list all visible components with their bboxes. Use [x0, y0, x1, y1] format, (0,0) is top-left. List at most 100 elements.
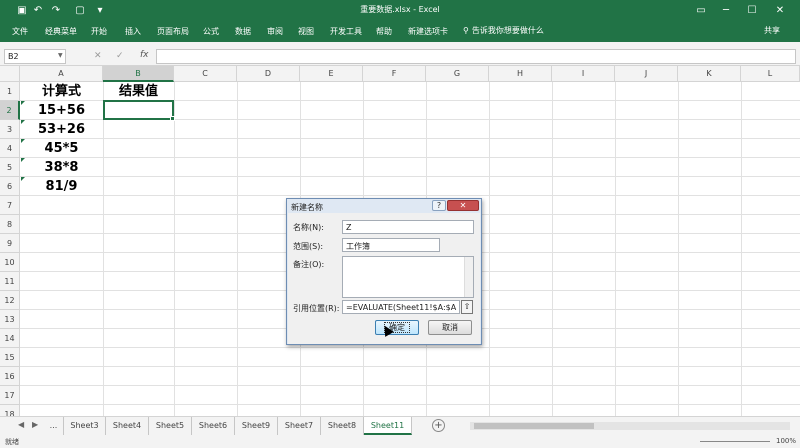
column-header-j[interactable]: J — [615, 66, 678, 82]
name-box-value: B2 — [8, 52, 19, 61]
column-header-b[interactable]: B — [103, 66, 174, 82]
new-file-icon[interactable]: ▢ — [72, 3, 88, 17]
column-header-d[interactable]: D — [237, 66, 300, 82]
tab-view[interactable]: 视图 — [298, 26, 314, 37]
row-header-13[interactable]: 13 — [0, 310, 20, 329]
row-header-6[interactable]: 6 — [0, 177, 20, 196]
formula-bar: B2 ▼ ✕ ✓ fx — [0, 48, 800, 66]
column-header-f[interactable]: F — [363, 66, 426, 82]
sheet-tab-sheet5[interactable]: Sheet5 — [149, 417, 192, 435]
tab-developer[interactable]: 开发工具 — [330, 26, 362, 37]
tab-insert[interactable]: 插入 — [125, 26, 141, 37]
close-icon[interactable]: ✕ — [769, 2, 791, 18]
sheet-tab-more[interactable]: ... — [44, 417, 64, 435]
sheet-tab-sheet7[interactable]: Sheet7 — [278, 417, 321, 435]
cell-a1[interactable]: 计算式 — [20, 82, 103, 101]
cancel-icon[interactable]: ✕ — [94, 51, 102, 61]
redo-icon[interactable]: ↷ — [48, 3, 64, 17]
cell-a5[interactable]: 38*8 — [20, 158, 103, 177]
scroll-left-icon[interactable]: ◀ — [18, 420, 24, 429]
row-header-4[interactable]: 4 — [0, 139, 20, 158]
cancel-button[interactable]: 取消 — [428, 320, 472, 335]
column-header-e[interactable]: E — [300, 66, 363, 82]
dialog-close-button[interactable]: ✕ — [447, 200, 479, 211]
refers-to-input[interactable]: =EVALUATE(Sheet11!$A:$A ) — [342, 300, 460, 314]
enter-icon[interactable]: ✓ — [116, 51, 124, 61]
column-header-g[interactable]: G — [426, 66, 489, 82]
cell-a3[interactable]: 53+26 — [20, 120, 103, 139]
row-header-9[interactable]: 9 — [0, 234, 20, 253]
save-icon[interactable]: ▣ — [14, 3, 30, 17]
fill-handle[interactable] — [170, 116, 175, 121]
row-header-7[interactable]: 7 — [0, 196, 20, 215]
sheet-tab-sheet4[interactable]: Sheet4 — [106, 417, 149, 435]
tab-file[interactable]: 文件 — [12, 26, 28, 37]
formula-input[interactable] — [156, 49, 796, 64]
row-header-16[interactable]: 16 — [0, 367, 20, 386]
zoom-slider[interactable] — [700, 441, 770, 442]
cell-a4[interactable]: 45*5 — [20, 139, 103, 158]
row-header-14[interactable]: 14 — [0, 329, 20, 348]
row-header-15[interactable]: 15 — [0, 348, 20, 367]
row-header-11[interactable]: 11 — [0, 272, 20, 291]
active-cell-b2[interactable] — [103, 100, 174, 120]
row-header-10[interactable]: 10 — [0, 253, 20, 272]
name-box[interactable]: B2 — [4, 49, 66, 64]
sheet-tab-sheet6[interactable]: Sheet6 — [192, 417, 235, 435]
cell-a2[interactable]: 15+56 — [20, 101, 103, 120]
column-header-i[interactable]: I — [552, 66, 615, 82]
minimize-icon[interactable]: ─ — [715, 2, 737, 18]
tab-help[interactable]: 帮助 — [376, 26, 392, 37]
tab-data[interactable]: 数据 — [235, 26, 251, 37]
undo-icon[interactable]: ↶ — [30, 3, 46, 17]
row-header-18[interactable]: 18 — [0, 405, 20, 416]
cell-a6[interactable]: 81/9 — [20, 177, 103, 196]
tab-review[interactable]: 审阅 — [267, 26, 283, 37]
scope-select[interactable]: 工作簿 ▼ — [342, 238, 440, 252]
sheet-tab-sheet9[interactable]: Sheet9 — [235, 417, 278, 435]
column-header-k[interactable]: K — [678, 66, 741, 82]
comment-scrollbar[interactable] — [464, 257, 473, 297]
insert-function-icon[interactable]: fx — [140, 50, 149, 60]
column-header-c[interactable]: C — [174, 66, 237, 82]
scroll-right-icon[interactable]: ▶ — [32, 420, 38, 429]
comment-textarea[interactable] — [342, 256, 474, 298]
tab-new-tab[interactable]: 新建选项卡 — [408, 26, 448, 37]
collapse-dialog-icon[interactable]: ⇧ — [461, 300, 473, 314]
sheet-tab-sheet3[interactable]: Sheet3 — [64, 417, 106, 435]
help-button[interactable]: ? — [432, 200, 446, 211]
new-name-dialog: 新建名称 ? ✕ 名称(N): Z 范围(S): 工作簿 ▼ 备注(O): 引用… — [286, 198, 482, 345]
zoom-level[interactable]: 100% — [776, 437, 796, 445]
row-header-5[interactable]: 5 — [0, 158, 20, 177]
tell-me-box[interactable]: ⚲ 告诉我你想要做什么 — [463, 25, 544, 36]
row-header-12[interactable]: 12 — [0, 291, 20, 310]
cell-b1[interactable]: 结果值 — [103, 82, 174, 101]
row-header-8[interactable]: 8 — [0, 215, 20, 234]
ribbon-display-icon[interactable]: ▭ — [690, 2, 712, 18]
name-input[interactable]: Z — [342, 220, 474, 234]
tab-home[interactable]: 开始 — [91, 26, 107, 37]
tab-classic-menu[interactable]: 经典菜单 — [45, 26, 77, 37]
select-all-corner[interactable] — [0, 66, 20, 82]
ribbon-tabs: 文件 经典菜单 开始 插入 页面布局 公式 数据 审阅 视图 开发工具 帮助 新… — [0, 20, 800, 42]
column-header-a[interactable]: A — [20, 66, 103, 82]
tab-page-layout[interactable]: 页面布局 — [157, 26, 189, 37]
chevron-down-icon[interactable]: ▼ — [58, 52, 63, 59]
customize-icon[interactable]: ▾ — [92, 3, 108, 17]
row-header-3[interactable]: 3 — [0, 120, 20, 139]
maximize-icon[interactable]: ☐ — [741, 2, 763, 18]
row-header-2[interactable]: 2 — [0, 101, 20, 120]
horizontal-scrollbar[interactable] — [470, 422, 790, 430]
column-header-h[interactable]: H — [489, 66, 552, 82]
grid-line — [20, 366, 800, 367]
column-header-l[interactable]: L — [741, 66, 800, 82]
row-header-17[interactable]: 17 — [0, 386, 20, 405]
share-button[interactable]: 共享 — [764, 25, 780, 36]
add-sheet-button[interactable]: + — [432, 419, 445, 432]
sheet-tab-sheet11[interactable]: Sheet11 — [364, 417, 412, 435]
grid-line — [20, 385, 800, 386]
row-header-1[interactable]: 1 — [0, 82, 20, 101]
tab-formulas[interactable]: 公式 — [203, 26, 219, 37]
scrollbar-thumb[interactable] — [474, 423, 594, 429]
sheet-tab-sheet8[interactable]: Sheet8 — [321, 417, 364, 435]
